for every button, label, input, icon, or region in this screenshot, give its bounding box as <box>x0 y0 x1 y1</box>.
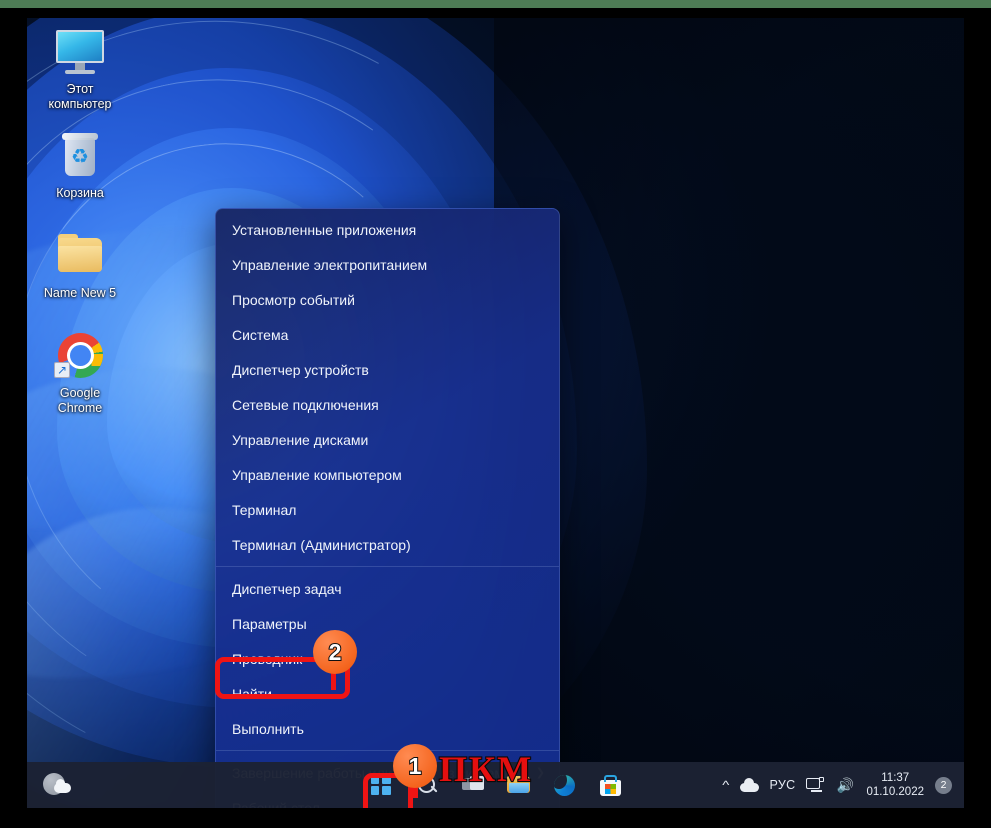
menu-item-network-connections[interactable]: Сетевые подключения <box>216 387 559 422</box>
menu-item-installed-apps[interactable]: Установленные приложения <box>216 212 559 247</box>
menu-item-device-manager[interactable]: Диспетчер устройств <box>216 352 559 387</box>
menu-item-task-manager[interactable]: Диспетчер задач <box>216 571 559 606</box>
menu-item-label: Терминал (Администратор) <box>232 536 411 553</box>
desktop-icon-google-chrome[interactable]: ↗ Google Chrome <box>32 330 128 416</box>
menu-item-power-management[interactable]: Управление электропитанием <box>216 247 559 282</box>
desktop-icon-recycle-bin[interactable]: ♻ Корзина <box>32 130 128 201</box>
menu-item-event-viewer[interactable]: Просмотр событий <box>216 282 559 317</box>
store-button[interactable] <box>593 767 629 803</box>
annotation-badge-1: 1 <box>393 744 437 788</box>
folder-icon <box>54 230 106 282</box>
win-x-power-user-menu[interactable]: Установленные приложения Управление элек… <box>215 208 560 808</box>
menu-item-label: Управление электропитанием <box>232 256 428 273</box>
menu-item-label: Диспетчер задач <box>232 580 342 597</box>
desktop-icon-this-pc[interactable]: Этот компьютер <box>32 26 128 112</box>
shortcut-arrow-icon: ↗ <box>54 362 70 378</box>
menu-item-label: Просмотр событий <box>232 291 355 308</box>
system-tray: ^ РУС 🔊 11:37 01.10.2022 2 <box>722 762 952 808</box>
desktop-icon-label: Этот <box>66 82 94 96</box>
menu-separator <box>216 566 559 567</box>
annotation-badge-2: 2 <box>313 630 357 674</box>
volume-icon[interactable]: 🔊 <box>836 777 855 793</box>
menu-item-terminal[interactable]: Терминал <box>216 492 559 527</box>
menu-item-label: Сетевые подключения <box>232 396 379 413</box>
desktop-icon-label: Корзина <box>56 186 104 200</box>
menu-item-system[interactable]: Система <box>216 317 559 352</box>
onedrive-cloud-icon[interactable] <box>739 777 759 792</box>
clock-time: 11:37 <box>881 772 910 784</box>
edge-button[interactable] <box>547 767 583 803</box>
notification-badge[interactable]: 2 <box>935 776 952 794</box>
desktop-icon-label-2: компьютер <box>48 97 112 111</box>
microsoft-store-icon <box>600 774 621 796</box>
desktop-icon-label: Name New 5 <box>43 286 117 300</box>
desktop-icon-folder-name-new-5[interactable]: Name New 5 <box>32 230 128 301</box>
menu-item-label: Терминал <box>232 501 297 518</box>
network-icon[interactable] <box>806 777 825 793</box>
menu-item-computer-management[interactable]: Управление компьютером <box>216 457 559 492</box>
language-indicator[interactable]: РУС <box>770 778 796 792</box>
menu-item-label: Система <box>232 326 289 343</box>
this-pc-monitor-icon <box>54 26 106 78</box>
clock-date: 01.10.2022 <box>866 786 924 798</box>
menu-item-label: Управление компьютером <box>232 466 402 483</box>
desktop-icon-label-2: Chrome <box>57 401 103 415</box>
google-chrome-icon: ↗ <box>54 330 106 382</box>
menu-item-label: Параметры <box>232 615 307 632</box>
menu-item-terminal-admin[interactable]: Терминал (Администратор) <box>216 527 559 562</box>
menu-item-run[interactable]: Выполнить <box>216 711 559 746</box>
menu-item-settings[interactable]: Параметры <box>216 606 559 641</box>
menu-item-label: Выполнить <box>232 720 304 737</box>
menu-item-label: Управление дисками <box>232 431 369 448</box>
menu-item-label: Установленные приложения <box>232 221 417 238</box>
annotation-pkm-label: ПКМ <box>438 748 534 790</box>
tray-overflow-chevron-icon[interactable]: ^ <box>722 778 729 792</box>
menu-item-label: Диспетчер устройств <box>232 361 369 378</box>
microsoft-edge-icon <box>554 774 575 796</box>
desktop-screen: Этот компьютер ♻ Корзина Name New 5 ↗ Go… <box>27 18 964 808</box>
recycle-bin-icon: ♻ <box>54 130 106 182</box>
clock[interactable]: 11:37 01.10.2022 <box>866 771 924 799</box>
menu-item-disk-management[interactable]: Управление дисками <box>216 422 559 457</box>
desktop-icon-label: Google <box>59 386 101 400</box>
